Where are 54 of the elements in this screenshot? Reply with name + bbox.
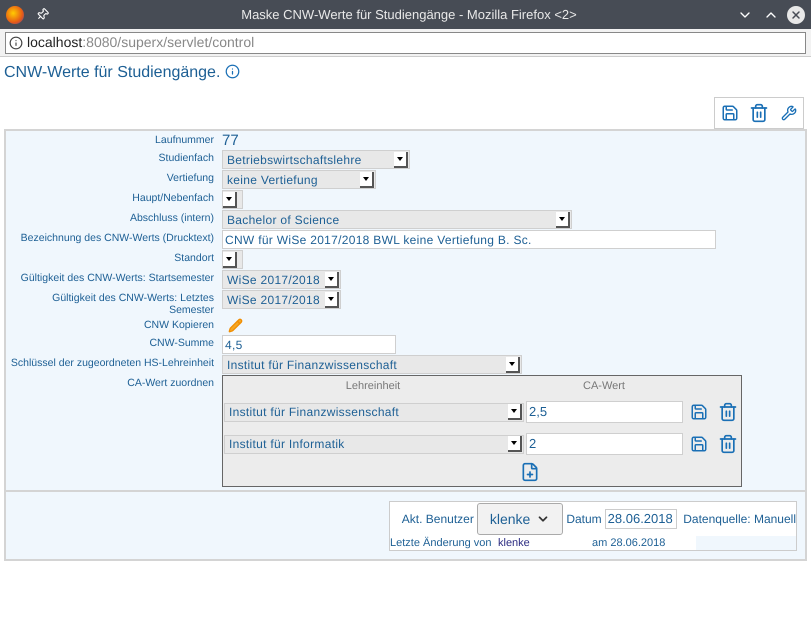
- column-header: Lehreinheit: [344, 378, 402, 394]
- field-value: 77: [222, 133, 239, 148]
- changed-by: klenke: [498, 536, 531, 551]
- field-label: Akt. Benutzer: [400, 511, 474, 528]
- browser-logo-icon: [6, 6, 24, 24]
- input-field[interactable]: 2,5: [526, 401, 683, 423]
- page-title: CNW-Werte für Studiengänge.: [4, 63, 220, 83]
- trash-icon[interactable]: [718, 402, 738, 422]
- url-text: localhost:8080/superx/servlet/control: [27, 33, 254, 52]
- save-icon[interactable]: [690, 403, 708, 421]
- input-field[interactable]: 4,5: [222, 335, 396, 354]
- close-icon[interactable]: [787, 6, 805, 24]
- wrench-icon[interactable]: [781, 105, 797, 121]
- save-icon[interactable]: [690, 435, 708, 453]
- dropdown[interactable]: keine Vertiefung: [222, 170, 376, 189]
- field-label: Schlüssel der zugeordneten HS-Lehreinheit: [10, 356, 214, 369]
- dropdown[interactable]: Betriebswirtschaftslehre: [222, 150, 410, 169]
- column-header: CA-Wert: [582, 378, 626, 394]
- field-label: CNW Kopieren: [142, 318, 214, 331]
- data-source: Datenquelle: Manuell: [683, 511, 796, 528]
- input-field[interactable]: CNW für WiSe 2017/2018 BWL keine Vertiefung B. Sc.: [222, 230, 716, 249]
- field-label: Gültigkeit des CNW-Werts: Startsemester: [20, 271, 214, 284]
- field-label: Standort: [173, 251, 214, 264]
- dropdown[interactable]: Institut für Finanzwissenschaft: [222, 355, 522, 374]
- field-label: Bezeichnung des CNW-Werts (Drucktext): [20, 231, 214, 244]
- field-label: Gültigkeit des CNW-Werts: Letztes Semester: [51, 291, 214, 316]
- add-document-icon[interactable]: [520, 462, 540, 482]
- trash-icon[interactable]: [718, 434, 738, 454]
- save-icon[interactable]: [721, 104, 739, 122]
- dropdown[interactable]: [222, 250, 243, 269]
- dropdown[interactable]: Bachelor of Science: [222, 210, 572, 229]
- info-icon[interactable]: [225, 64, 240, 78]
- field-label: Abschluss (intern): [128, 211, 214, 224]
- field-label: Datum: [566, 511, 602, 528]
- dropdown[interactable]: WiSe 2017/2018: [222, 270, 341, 289]
- info-icon[interactable]: [9, 36, 23, 50]
- field-label: Letzte Änderung von: [390, 536, 493, 551]
- field-label: Vertiefung: [166, 171, 214, 184]
- address-bar[interactable]: localhost:8080/superx/servlet/control: [5, 32, 806, 54]
- dropdown[interactable]: Institut für Informatik: [224, 434, 524, 454]
- dropdown[interactable]: WiSe 2017/2018: [222, 290, 341, 309]
- field-label: Haupt/Nebenfach: [131, 191, 214, 204]
- dropdown[interactable]: [222, 190, 243, 209]
- user-dropdown[interactable]: klenke: [476, 503, 564, 535]
- dropdown[interactable]: Institut für Finanzwissenschaft: [224, 402, 524, 422]
- input-field[interactable]: 2: [526, 433, 683, 455]
- changed-on: am 28.06.2018: [592, 536, 666, 551]
- date-field[interactable]: 28.06.2018: [604, 509, 678, 529]
- field-label: Laufnummer: [154, 133, 214, 146]
- window-title: Maske CNW-Werte für Studiengänge - Mozilla Firefox <2>: [240, 6, 578, 24]
- trash-icon[interactable]: [749, 103, 769, 123]
- field-label: CNW-Summe: [148, 336, 214, 349]
- field-label: Studienfach: [158, 151, 214, 164]
- field-label: CA-Wert zuordnen: [126, 376, 214, 389]
